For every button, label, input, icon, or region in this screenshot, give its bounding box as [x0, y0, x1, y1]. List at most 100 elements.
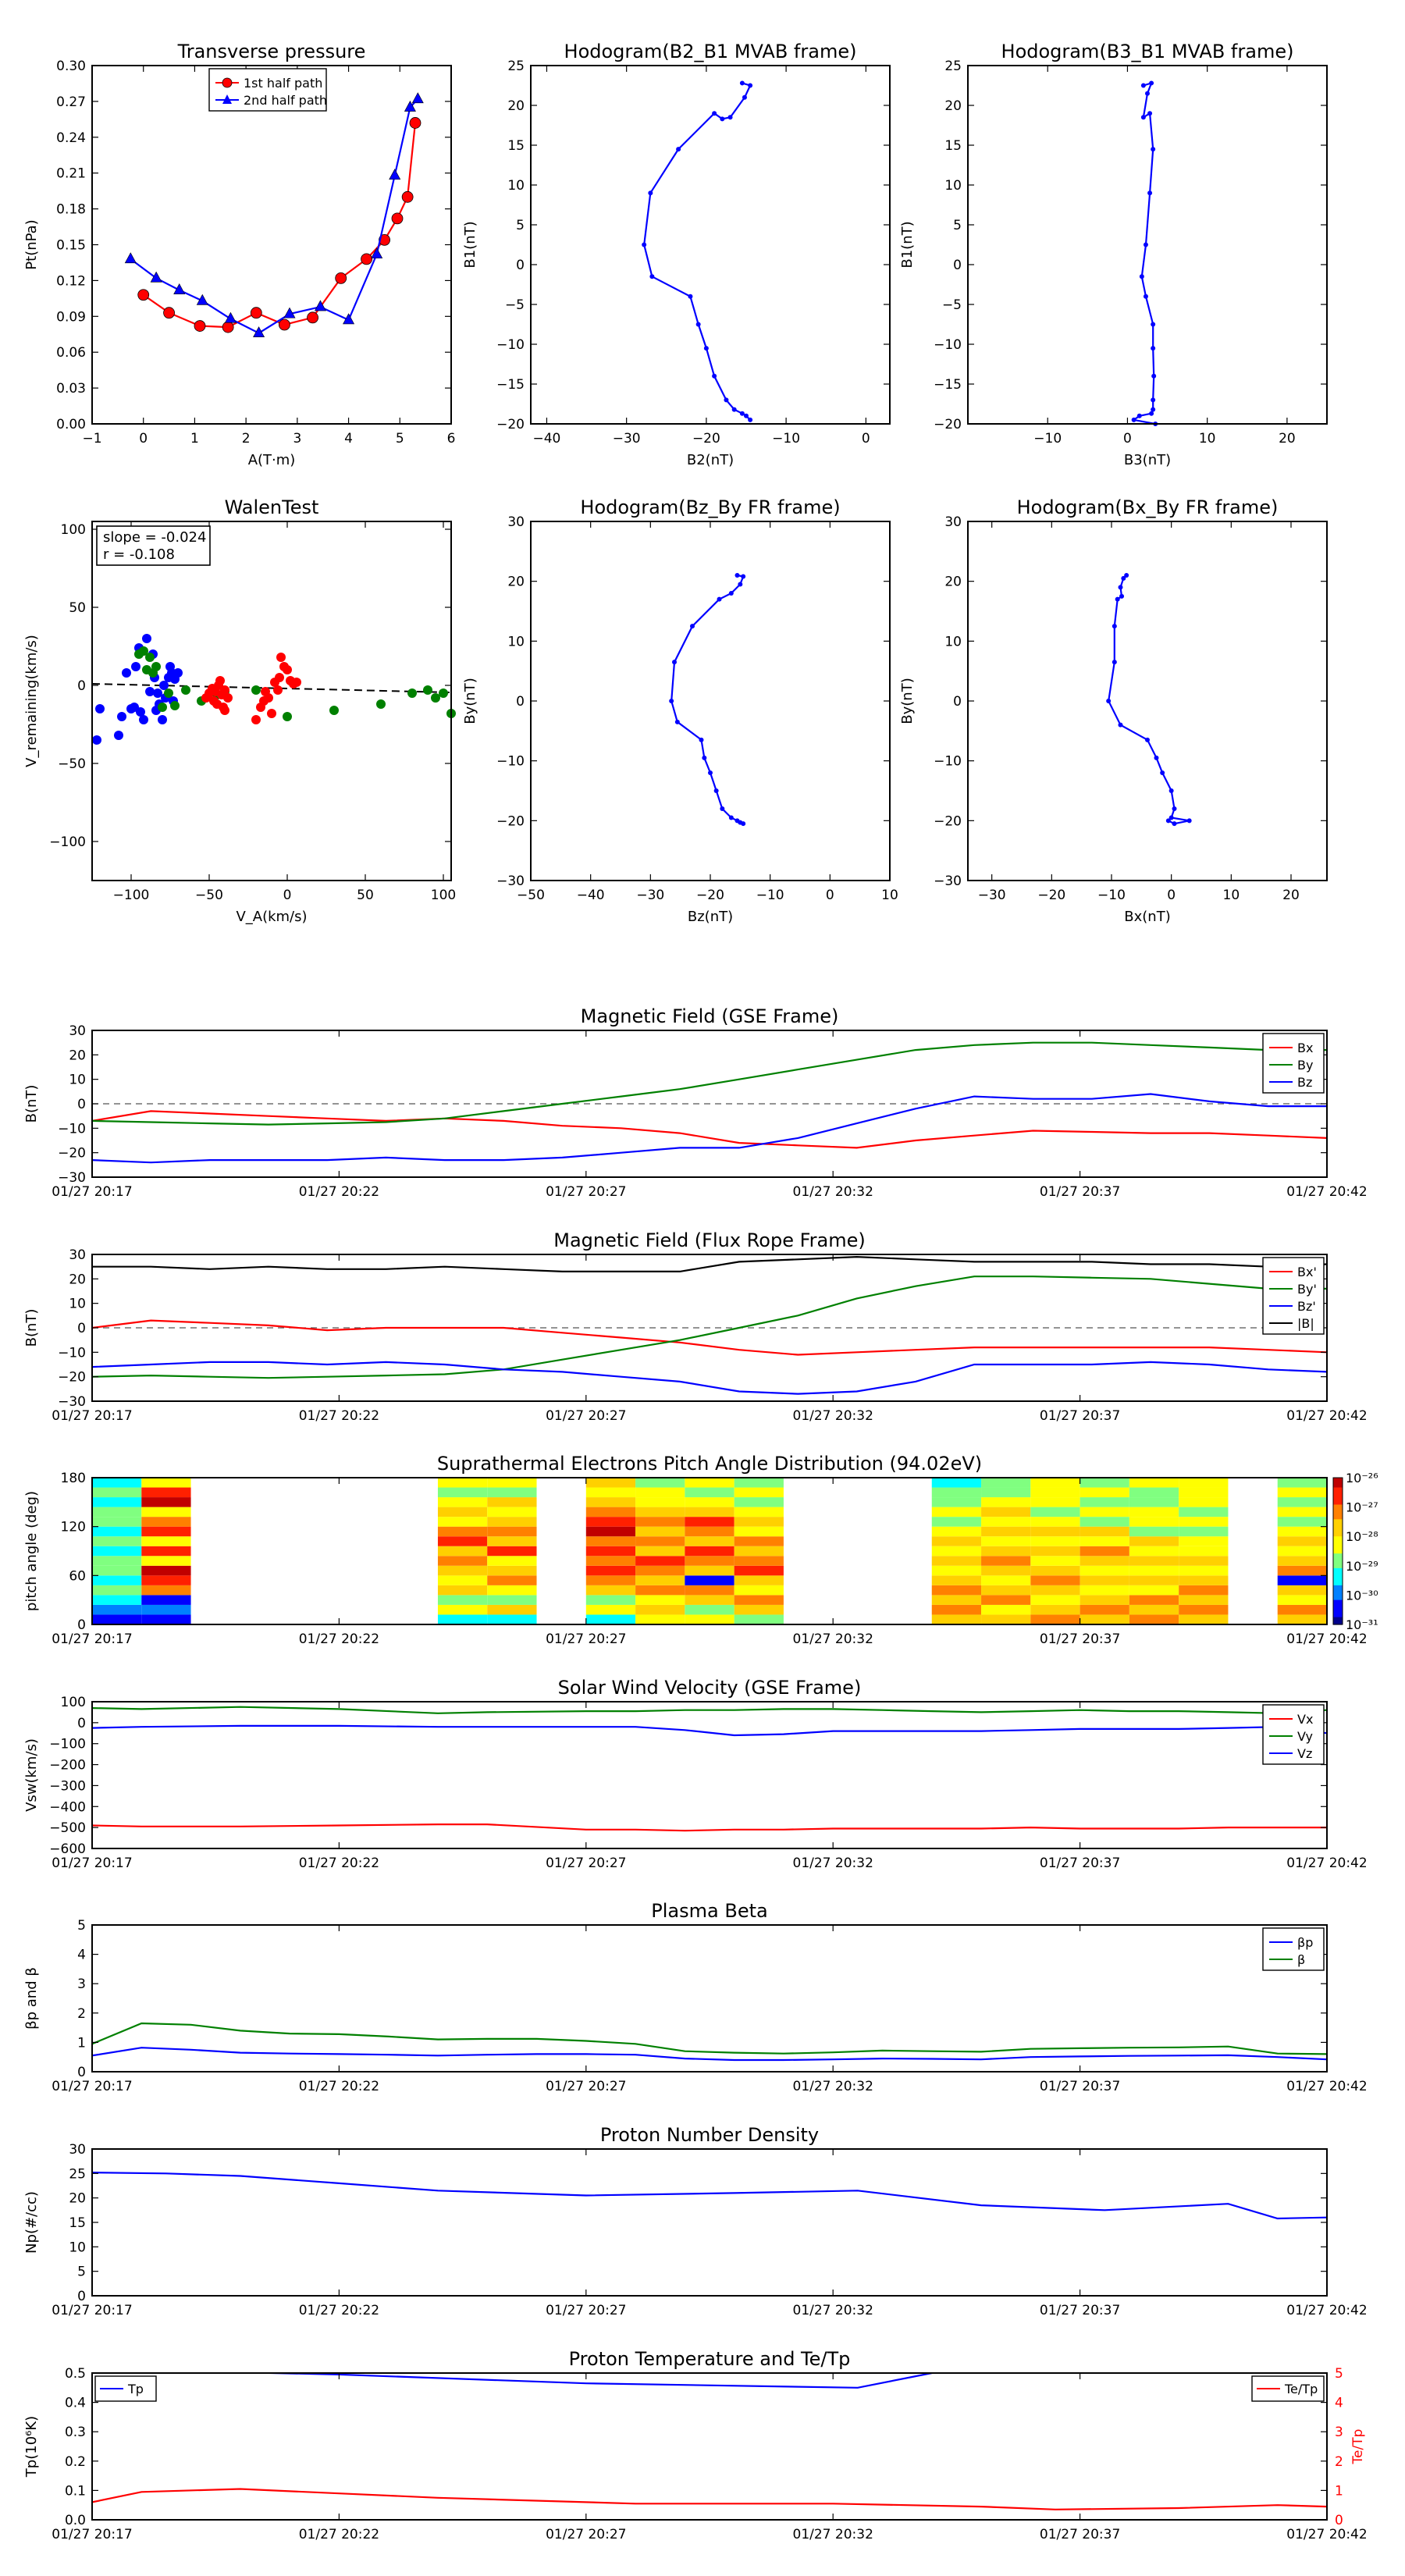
x-tick-label: 1: [190, 431, 199, 447]
y-tick-label: −15: [934, 377, 962, 393]
heatmap-cell: [635, 1478, 685, 1488]
heatmap-cell: [585, 1604, 636, 1615]
series-line: [1131, 81, 1156, 424]
heatmap-cell: [92, 1526, 142, 1537]
heatmap-cell: [1129, 1604, 1179, 1615]
x-tick-label: 20: [1282, 888, 1300, 903]
x-tick-label: −30: [978, 888, 1006, 903]
data-point: [1147, 190, 1153, 196]
legend-label: Vy: [1297, 1729, 1313, 1744]
y-tick-label: 5: [77, 2265, 86, 2280]
colorbar-label: 10⁻³¹: [1346, 1617, 1378, 1632]
heatmap-cell: [981, 1487, 1031, 1498]
data-point: [1145, 91, 1150, 96]
y-tick-label: 25: [944, 59, 962, 74]
x-tick-label: −20: [696, 888, 724, 903]
chart-title: Magnetic Field (Flux Rope Frame): [553, 1229, 865, 1251]
heatmap-cell: [635, 1546, 685, 1557]
heatmap-cell: [141, 1614, 191, 1624]
y-axis-label: Pt(nPa): [23, 219, 40, 269]
heatmap-cell: [635, 1517, 685, 1527]
data-point: [409, 117, 422, 129]
y-tick-label: 20: [69, 1048, 86, 1063]
heatmap-cell: [635, 1575, 685, 1585]
legend-box: [1262, 1704, 1325, 1765]
heatmap-cell: [734, 1478, 784, 1488]
x-tick-label: 100: [431, 888, 456, 903]
heatmap-cell: [931, 1604, 982, 1615]
data-point: [1139, 274, 1144, 279]
data-point: [194, 320, 206, 332]
x-tick-label: −1: [82, 431, 101, 447]
x-tick-label: −40: [577, 888, 605, 903]
data-point: [649, 274, 655, 279]
y-tick-label: −20: [496, 813, 525, 829]
x-tick-label: 01/27 20:22: [299, 2303, 379, 2318]
legend-label: Bz': [1297, 1299, 1316, 1314]
heatmap-cell: [1129, 1487, 1179, 1498]
data-point: [329, 706, 339, 715]
y-tick-label: 15: [69, 2215, 86, 2231]
legend-label: Bx': [1297, 1265, 1317, 1279]
data-point: [307, 311, 318, 324]
y-tick-label: 30: [507, 514, 525, 530]
heatmap-cell: [1277, 1556, 1327, 1566]
heatmap-cell: [981, 1517, 1031, 1527]
x-tick-label: 10: [1223, 888, 1240, 903]
axes-frame: [91, 65, 452, 425]
data-point: [1121, 575, 1126, 581]
y-axis-label: βp and β: [23, 1967, 40, 2030]
x-tick-label: 01/27 20:37: [1040, 2303, 1120, 2318]
y-tick-label: 0: [516, 694, 525, 710]
x-tick-label: 01/27 20:37: [1040, 1856, 1120, 1871]
data-point: [708, 770, 713, 775]
y-right-tick-label: 5: [1335, 2366, 1343, 2382]
data-point: [731, 407, 737, 412]
y-tick-label: −30: [496, 873, 525, 889]
heatmap-cell: [487, 1614, 537, 1624]
axes-frame: [91, 1924, 1328, 2073]
data-point: [720, 116, 725, 122]
heatmap-cell: [1129, 1497, 1179, 1507]
heatmap-cell: [734, 1595, 784, 1605]
legend-label: Bx: [1297, 1041, 1313, 1055]
heatmap-cell: [585, 1575, 636, 1585]
heatmap-cell: [1179, 1487, 1229, 1498]
y-right-tick-label: 4: [1335, 2396, 1343, 2411]
y-tick-label: 0: [953, 694, 962, 710]
x-tick-label: 0: [862, 431, 870, 447]
data-point: [703, 346, 709, 351]
x-tick-label: 01/27 20:42: [1286, 1631, 1367, 1647]
heatmap-cell: [981, 1585, 1031, 1596]
y-tick-label: 50: [69, 600, 86, 616]
axes-frame: [91, 2372, 1328, 2521]
heatmap-cell: [1080, 1507, 1129, 1517]
data-point: [672, 660, 677, 665]
heatmap-cell: [635, 1556, 685, 1566]
y-tick-label: 5: [77, 1918, 86, 1934]
heatmap-cell: [1080, 1546, 1129, 1557]
x-tick-label: 0: [283, 888, 292, 903]
heatmap-cell: [1179, 1585, 1229, 1596]
data-point: [1119, 593, 1125, 599]
x-axis-label: A(T·m): [248, 452, 296, 468]
chart-title: Hodogram(Bz_By FR frame): [580, 496, 840, 518]
x-tick-label: 01/27 20:42: [1286, 2079, 1367, 2094]
y-tick-label: −300: [49, 1778, 86, 1794]
heatmap-cell: [1030, 1517, 1080, 1527]
data-point: [744, 413, 749, 418]
y-tick-label: 0: [953, 258, 962, 273]
x-tick-label: 01/27 20:27: [546, 2527, 626, 2542]
y-tick-label: 10: [507, 178, 525, 194]
heatmap-cell: [92, 1565, 142, 1576]
y-tick-label: 20: [507, 98, 525, 114]
chart-title: Plasma Beta: [651, 1900, 767, 1922]
heatmap-cell: [487, 1585, 537, 1596]
data-point: [117, 712, 126, 721]
heatmap-cell: [92, 1585, 142, 1596]
chart-bfr: Magnetic Field (Flux Rope Frame) 01/27 20…: [23, 1229, 1368, 1424]
x-tick-label: 4: [344, 431, 353, 447]
data-point: [391, 212, 404, 225]
data-point: [439, 688, 448, 698]
heatmap-cell: [141, 1585, 191, 1596]
